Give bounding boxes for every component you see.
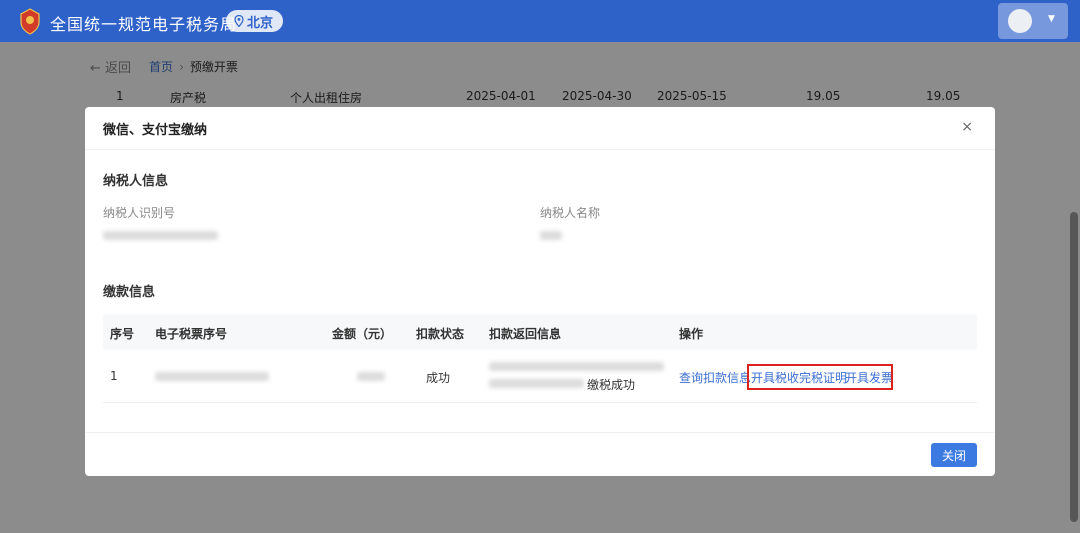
return-msg-tail: 缴税成功 <box>587 378 636 392</box>
return-msg-redacted-line1 <box>489 362 664 371</box>
region-label: 北京 <box>247 15 274 31</box>
top-bar: 全国统一规范电子税务局 北京 ▼ <box>0 0 1080 42</box>
taxpayer-name-label: 纳税人名称 <box>540 206 601 220</box>
payment-table: 序号 电子税票序号 金额（元） 扣款状态 扣款返回信息 操作 1 成功 缴税成功… <box>103 314 977 403</box>
user-menu[interactable]: ▼ <box>998 3 1068 39</box>
close-button[interactable]: 关闭 <box>931 443 977 467</box>
col-header: 序号 <box>110 327 135 341</box>
tax-bureau-logo-icon <box>20 8 40 35</box>
taxpayer-name-value-redacted <box>540 231 562 240</box>
payment-dialog: 微信、支付宝缴纳 × 纳税人信息 纳税人识别号 纳税人名称 缴款信息 序号 电子… <box>85 107 995 476</box>
amount-redacted <box>357 372 385 381</box>
taxpayer-id-label: 纳税人识别号 <box>103 206 176 220</box>
payment-section-title: 缴款信息 <box>103 285 156 300</box>
taxpayer-id-value-redacted <box>103 231 218 240</box>
table-row: 1 成功 缴税成功 查询扣款信息 开具税收完税证明 开具发票 <box>103 350 977 403</box>
region-selector[interactable]: 北京 <box>226 10 284 32</box>
col-header: 扣款状态 <box>416 327 465 341</box>
return-msg-redacted-line2 <box>489 379 584 388</box>
dialog-title: 微信、支付宝缴纳 <box>103 123 208 138</box>
close-icon[interactable]: × <box>961 119 973 135</box>
taxpayer-section-title: 纳税人信息 <box>103 174 169 189</box>
col-header: 扣款返回信息 <box>489 327 562 341</box>
divider <box>85 149 995 150</box>
highlight-box <box>747 364 893 390</box>
status-value: 成功 <box>426 371 451 385</box>
col-header: 电子税票序号 <box>155 327 228 341</box>
table-header: 序号 电子税票序号 金额（元） 扣款状态 扣款返回信息 操作 <box>103 314 977 350</box>
row-index: 1 <box>110 369 118 383</box>
app-title: 全国统一规范电子税务局 <box>50 15 238 34</box>
ticket-number-redacted <box>155 372 269 381</box>
avatar[interactable] <box>1008 9 1032 33</box>
col-header: 金额（元） <box>332 327 393 341</box>
col-header: 操作 <box>679 327 704 341</box>
chevron-down-icon: ▼ <box>1048 14 1055 24</box>
divider <box>85 432 995 433</box>
location-pin-icon <box>234 15 244 27</box>
query-deduction-link[interactable]: 查询扣款信息 <box>679 369 751 386</box>
